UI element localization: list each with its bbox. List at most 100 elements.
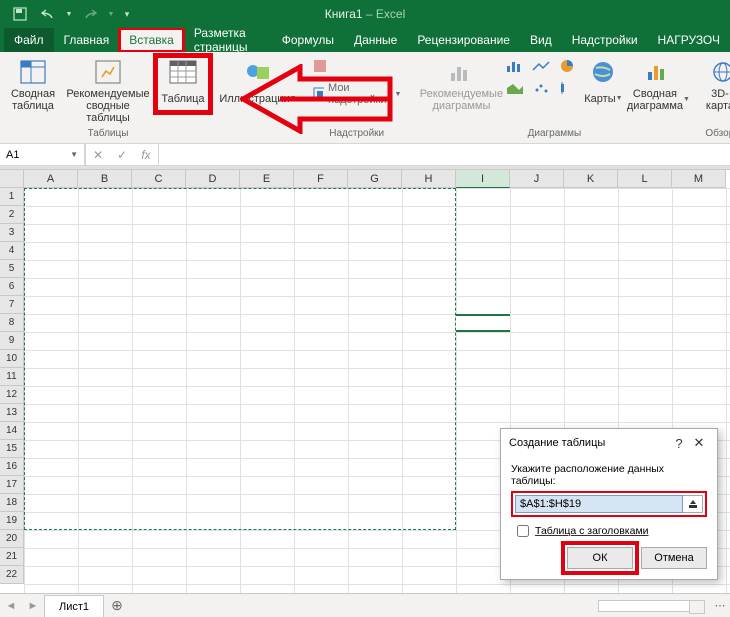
pivot-chart-button[interactable]: Сводная диаграмма ▼ (627, 56, 689, 114)
3d-map-button[interactable]: 3D- карта▼ (701, 56, 730, 114)
col-header-J[interactable]: J (510, 170, 564, 188)
view-options-icon[interactable]: ⋯ (710, 599, 730, 612)
row-header-5[interactable]: 5 (0, 260, 24, 278)
tab-addins[interactable]: Надстройки (562, 28, 648, 52)
row-header-1[interactable]: 1 (0, 188, 24, 206)
recommended-pivot-button[interactable]: Рекомендуемые сводные таблицы (62, 56, 154, 126)
headers-checkbox[interactable]: Таблица с заголовками (517, 525, 707, 537)
row-header-19[interactable]: 19 (0, 512, 24, 530)
bar-chart-icon[interactable] (505, 58, 527, 79)
col-header-A[interactable]: A (24, 170, 78, 188)
get-addins-button[interactable] (306, 56, 407, 76)
pie-chart-icon[interactable] (557, 58, 579, 79)
col-header-I[interactable]: I (456, 170, 510, 188)
pivot-table-icon (17, 58, 49, 86)
title-bar: ▼ ▼ ▾ Книга1 – Excel (0, 0, 730, 28)
tab-loadtest[interactable]: НАГРУЗОЧ (648, 28, 730, 52)
row-header-2[interactable]: 2 (0, 206, 24, 224)
col-header-K[interactable]: K (564, 170, 618, 188)
row-header-18[interactable]: 18 (0, 494, 24, 512)
enter-formula-icon[interactable]: ✓ (110, 148, 134, 162)
maps-button[interactable]: Карты▼ (581, 56, 625, 112)
create-table-dialog: Создание таблицы ? ✕ Укажите расположени… (500, 428, 718, 580)
fx-icon[interactable]: fx (134, 148, 158, 162)
range-input[interactable] (515, 495, 683, 513)
row-header-9[interactable]: 9 (0, 332, 24, 350)
row-header-14[interactable]: 14 (0, 422, 24, 440)
recommended-charts-button[interactable]: Рекомендуемые диаграммы (419, 56, 503, 114)
row-header-7[interactable]: 7 (0, 296, 24, 314)
window-title: Книга1 – Excel (325, 7, 405, 21)
row-header-4[interactable]: 4 (0, 242, 24, 260)
col-header-H[interactable]: H (402, 170, 456, 188)
sheet-tab-strip: ◄ ► Лист1 ⊕ ⋯ (0, 593, 730, 617)
row-header-8[interactable]: 8 (0, 314, 24, 332)
close-icon[interactable]: ✕ (689, 435, 709, 451)
horizontal-scrollbar[interactable] (598, 600, 690, 612)
group-tours-label: Обзоры (705, 128, 730, 141)
stock-chart-icon[interactable] (557, 80, 579, 101)
illustrations-button[interactable]: Иллюстрации▼ (222, 56, 294, 112)
formula-input[interactable] (159, 144, 730, 165)
col-header-F[interactable]: F (294, 170, 348, 188)
row-header-3[interactable]: 3 (0, 224, 24, 242)
tab-formulas[interactable]: Формулы (272, 28, 344, 52)
group-charts-label: Диаграммы (528, 128, 582, 141)
pivot-table-button[interactable]: Сводная таблица (6, 56, 60, 114)
pivot-chart-icon (642, 58, 674, 86)
tab-home[interactable]: Главная (54, 28, 120, 52)
row-header-10[interactable]: 10 (0, 350, 24, 368)
worksheet-grid[interactable]: ABCDEFGHIJKLM 12345678910111213141516171… (0, 170, 730, 593)
col-header-L[interactable]: L (618, 170, 672, 188)
dialog-prompt: Укажите расположение данных таблицы: (511, 463, 707, 487)
col-header-D[interactable]: D (186, 170, 240, 188)
row-header-20[interactable]: 20 (0, 530, 24, 548)
sheet-tab[interactable]: Лист1 (44, 595, 104, 617)
my-addins-button[interactable]: Мои надстройки ▼ (306, 80, 407, 108)
row-header-22[interactable]: 22 (0, 566, 24, 584)
tab-file[interactable]: Файл (4, 28, 54, 52)
active-cell[interactable] (456, 314, 510, 332)
row-header-17[interactable]: 17 (0, 476, 24, 494)
dialog-title: Создание таблицы (509, 437, 669, 449)
col-header-C[interactable]: C (132, 170, 186, 188)
tab-review[interactable]: Рецензирование (407, 28, 520, 52)
row-header-6[interactable]: 6 (0, 278, 24, 296)
save-icon[interactable] (8, 3, 32, 25)
undo-dropdown-icon[interactable]: ▼ (64, 3, 74, 25)
sheet-scroll-right-icon[interactable]: ► (22, 594, 44, 617)
ok-button[interactable]: ОК (567, 547, 633, 569)
tab-insert[interactable]: Вставка (119, 28, 184, 52)
col-header-G[interactable]: G (348, 170, 402, 188)
group-tables-label: Таблицы (88, 128, 129, 141)
sheet-scroll-left-icon[interactable]: ◄ (0, 594, 22, 617)
row-header-13[interactable]: 13 (0, 404, 24, 422)
col-header-E[interactable]: E (240, 170, 294, 188)
row-header-15[interactable]: 15 (0, 440, 24, 458)
qat-customize-icon[interactable]: ▾ (120, 3, 134, 25)
tab-data[interactable]: Данные (344, 28, 407, 52)
redo-icon[interactable] (78, 3, 102, 25)
collapse-dialog-icon[interactable] (683, 495, 703, 513)
undo-icon[interactable] (36, 3, 60, 25)
line-chart-icon[interactable] (531, 58, 553, 79)
area-chart-icon[interactable] (505, 80, 527, 101)
scatter-chart-icon[interactable] (531, 80, 553, 101)
redo-dropdown-icon[interactable]: ▼ (106, 3, 116, 25)
row-header-21[interactable]: 21 (0, 548, 24, 566)
col-header-M[interactable]: M (672, 170, 726, 188)
select-all-corner[interactable] (0, 170, 24, 188)
tab-view[interactable]: Вид (520, 28, 562, 52)
row-header-12[interactable]: 12 (0, 386, 24, 404)
name-box[interactable]: A1▼ (0, 144, 85, 165)
tab-page-layout[interactable]: Разметка страницы (184, 28, 272, 52)
ribbon: Сводная таблица Рекомендуемые сводные та… (0, 52, 730, 144)
help-icon[interactable]: ? (669, 436, 689, 451)
row-header-11[interactable]: 11 (0, 368, 24, 386)
table-button[interactable]: Таблица (156, 56, 210, 112)
col-header-B[interactable]: B (78, 170, 132, 188)
cancel-button[interactable]: Отмена (641, 547, 707, 569)
cancel-formula-icon[interactable]: ✕ (86, 148, 110, 162)
row-header-16[interactable]: 16 (0, 458, 24, 476)
new-sheet-button[interactable]: ⊕ (104, 597, 130, 614)
